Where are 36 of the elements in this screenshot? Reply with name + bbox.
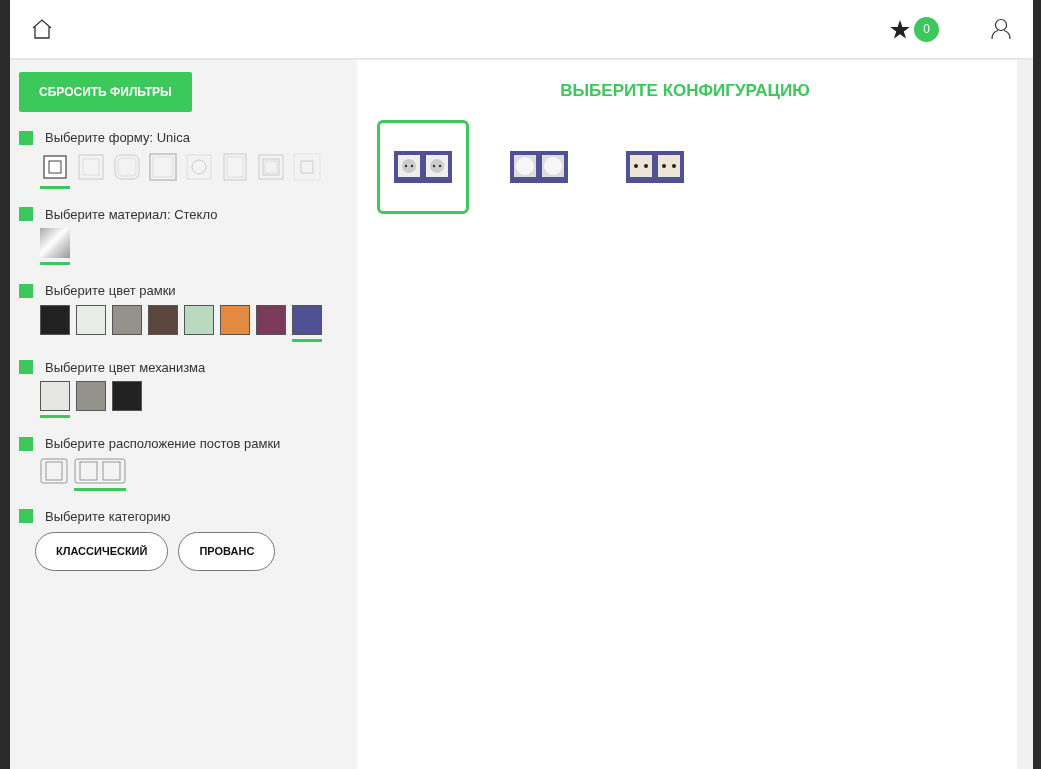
filter-label: Выберите цвет механизма [45,358,206,377]
filter-label: Выберите расположение постов рамки [45,435,281,453]
home-icon[interactable] [32,19,52,39]
color-swatch[interactable] [292,304,322,335]
filter-label: Выберите цвет рамки [45,282,176,300]
section-marker [19,360,33,375]
section-marker [19,509,33,524]
filter-label: Выберите форму: Unica [45,129,190,147]
double-frame-drawing [626,150,684,183]
color-swatch[interactable] [220,304,250,335]
scrollbar[interactable] [1017,60,1033,769]
star-icon[interactable] [890,19,910,39]
section-marker [19,436,33,451]
color-swatch[interactable] [112,304,142,335]
filter-label: Выберите категорию [45,507,171,526]
color-swatch[interactable] [148,304,178,335]
favorites-count: 0 [914,16,939,42]
section-title: ВЫБЕРИТЕ КОНФИГУРАЦИЮ [559,80,811,102]
color-swatch[interactable] [76,381,106,411]
filter-label: Выберите материал: Стекло [45,205,218,224]
section-marker [19,283,33,298]
user-icon[interactable] [991,18,1011,40]
color-swatch[interactable] [40,304,70,335]
color-swatch[interactable] [40,381,70,411]
color-swatch[interactable] [256,304,286,335]
color-swatch[interactable] [76,304,106,335]
color-swatch[interactable] [184,304,214,335]
category-button[interactable]: КЛАССИЧЕСКИЙ [35,532,169,571]
section-marker [19,207,33,222]
glass-swatch[interactable] [40,228,70,258]
double-frame-drawing [510,150,568,183]
configuration-option[interactable] [377,119,469,214]
color-swatch[interactable] [112,381,142,411]
double-frame-drawing [394,150,452,183]
section-marker [19,130,33,145]
category-button[interactable]: ПРОВАНС [178,532,276,571]
